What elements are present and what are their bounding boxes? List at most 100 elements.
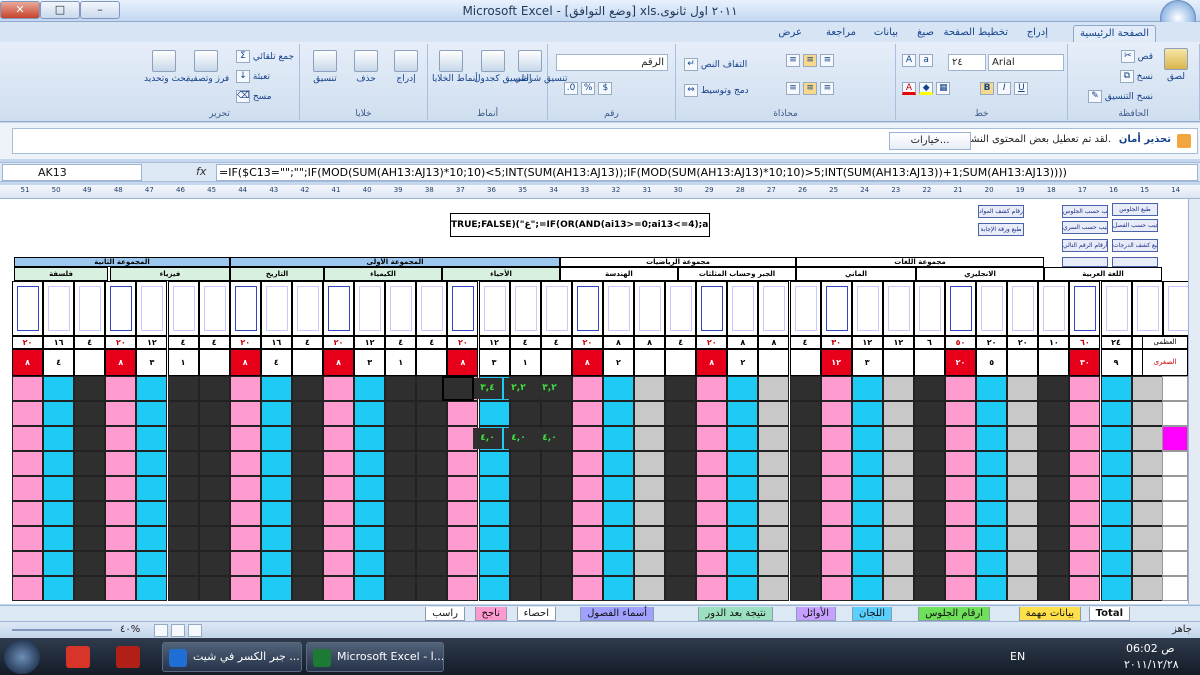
data-cell[interactable] bbox=[913, 426, 945, 451]
data-cell[interactable] bbox=[758, 376, 790, 401]
data-cell[interactable] bbox=[478, 401, 510, 426]
data-cell[interactable] bbox=[634, 551, 666, 576]
data-cell[interactable] bbox=[820, 376, 852, 401]
tab-data[interactable]: بيانات bbox=[868, 25, 904, 42]
data-cell[interactable] bbox=[758, 451, 790, 476]
sheet-tab[interactable]: اللجان bbox=[852, 607, 892, 621]
align-left-icon[interactable]: ≡ bbox=[786, 82, 800, 95]
data-cell[interactable] bbox=[602, 576, 634, 601]
language-indicator[interactable]: EN bbox=[1010, 650, 1025, 663]
data-cell[interactable] bbox=[323, 526, 355, 551]
data-cell[interactable] bbox=[385, 376, 417, 401]
data-cell[interactable] bbox=[571, 451, 603, 476]
data-cell[interactable] bbox=[12, 476, 44, 501]
row-label-cell[interactable] bbox=[1162, 476, 1188, 501]
data-cell[interactable] bbox=[478, 551, 510, 576]
row-label-cell[interactable] bbox=[1162, 501, 1188, 526]
sheet-tab[interactable]: أسماء الفصول bbox=[580, 607, 654, 621]
column-number[interactable]: 27 bbox=[758, 186, 784, 194]
percent-button[interactable]: % bbox=[581, 82, 596, 95]
data-cell[interactable] bbox=[1038, 501, 1070, 526]
data-cell[interactable] bbox=[602, 376, 634, 401]
data-cell[interactable] bbox=[1131, 576, 1163, 601]
macro-button[interactable]: ترتيب حسب السري bbox=[1062, 221, 1108, 234]
column-number[interactable]: 20 bbox=[976, 186, 1002, 194]
data-cell[interactable] bbox=[1100, 451, 1132, 476]
data-cell[interactable] bbox=[1069, 551, 1101, 576]
data-cell[interactable] bbox=[136, 526, 168, 551]
data-cell[interactable] bbox=[385, 526, 417, 551]
insert-cells-button[interactable]: إدراج bbox=[390, 50, 422, 84]
data-cell[interactable] bbox=[354, 526, 386, 551]
column-number[interactable]: 43 bbox=[261, 186, 287, 194]
data-cell[interactable] bbox=[1038, 401, 1070, 426]
column-number[interactable]: 50 bbox=[43, 186, 69, 194]
data-cell[interactable] bbox=[945, 376, 977, 401]
data-cell[interactable] bbox=[727, 376, 759, 401]
data-cell[interactable] bbox=[540, 451, 572, 476]
data-cell[interactable] bbox=[976, 451, 1008, 476]
data-cell[interactable] bbox=[789, 426, 821, 451]
data-cell[interactable] bbox=[447, 401, 479, 426]
data-cell[interactable] bbox=[43, 526, 75, 551]
data-cell[interactable] bbox=[758, 476, 790, 501]
merge-center-button[interactable]: ⇔ دمج وتوسيط bbox=[684, 84, 749, 97]
data-cell[interactable] bbox=[727, 501, 759, 526]
data-cell[interactable] bbox=[851, 576, 883, 601]
column-number[interactable]: 23 bbox=[883, 186, 909, 194]
data-cell[interactable] bbox=[634, 401, 666, 426]
data-cell[interactable] bbox=[167, 426, 199, 451]
data-cell[interactable] bbox=[665, 526, 697, 551]
macro-button[interactable]: ترتيب حسب الجلوس bbox=[1062, 205, 1108, 218]
minimize-button[interactable]: – bbox=[80, 1, 120, 19]
macro-button[interactable]: طبع الجلوس bbox=[1112, 203, 1158, 216]
font-name-select[interactable]: Arial bbox=[988, 54, 1064, 71]
macro-button[interactable] bbox=[1062, 257, 1108, 267]
data-cell[interactable] bbox=[913, 576, 945, 601]
data-cell[interactable] bbox=[1100, 551, 1132, 576]
data-cell[interactable] bbox=[882, 476, 914, 501]
grow-font-icon[interactable]: A bbox=[902, 54, 916, 67]
data-cell[interactable] bbox=[571, 576, 603, 601]
data-cell[interactable] bbox=[167, 476, 199, 501]
data-cell[interactable] bbox=[509, 526, 541, 551]
data-cell[interactable] bbox=[167, 401, 199, 426]
data-cell[interactable] bbox=[1007, 451, 1039, 476]
data-cell[interactable] bbox=[447, 526, 479, 551]
data-cell[interactable] bbox=[74, 576, 106, 601]
data-value-cell[interactable]: ٤,٠ bbox=[504, 428, 533, 449]
data-cell[interactable] bbox=[198, 551, 230, 576]
column-number[interactable]: 47 bbox=[136, 186, 162, 194]
zoom-level[interactable]: ٤٠% bbox=[120, 624, 140, 635]
data-cell[interactable] bbox=[1007, 526, 1039, 551]
data-cell[interactable] bbox=[509, 451, 541, 476]
data-cell[interactable] bbox=[447, 501, 479, 526]
data-cell[interactable] bbox=[260, 526, 292, 551]
data-cell[interactable] bbox=[665, 501, 697, 526]
data-cell[interactable] bbox=[571, 551, 603, 576]
data-cell[interactable] bbox=[851, 551, 883, 576]
number-format-select[interactable]: الرقم bbox=[556, 54, 668, 71]
format-painter-button[interactable]: ✎ نسخ التنسيق bbox=[1087, 90, 1153, 103]
data-cell[interactable] bbox=[1069, 451, 1101, 476]
data-value-cell[interactable]: ٤,٠ bbox=[535, 428, 564, 449]
data-cell[interactable] bbox=[198, 376, 230, 401]
data-cell[interactable] bbox=[1007, 401, 1039, 426]
data-cell[interactable] bbox=[882, 426, 914, 451]
name-box[interactable]: AK13 bbox=[2, 164, 142, 181]
data-cell[interactable] bbox=[260, 451, 292, 476]
data-cell[interactable] bbox=[260, 376, 292, 401]
data-cell[interactable] bbox=[851, 426, 883, 451]
data-cell[interactable] bbox=[43, 376, 75, 401]
data-cell[interactable] bbox=[789, 576, 821, 601]
data-cell[interactable] bbox=[727, 551, 759, 576]
taskbar-item-excel[interactable]: Microsoft Excel - ا... bbox=[306, 642, 444, 672]
column-number[interactable]: 25 bbox=[821, 186, 847, 194]
data-cell[interactable] bbox=[976, 501, 1008, 526]
column-number[interactable]: 17 bbox=[1069, 186, 1095, 194]
data-cell[interactable] bbox=[323, 451, 355, 476]
data-cell[interactable] bbox=[1100, 526, 1132, 551]
data-cell[interactable] bbox=[198, 401, 230, 426]
macro-button[interactable]: طبع كشف الدرجات bbox=[1112, 239, 1158, 252]
normal-view-icon[interactable] bbox=[154, 624, 168, 637]
